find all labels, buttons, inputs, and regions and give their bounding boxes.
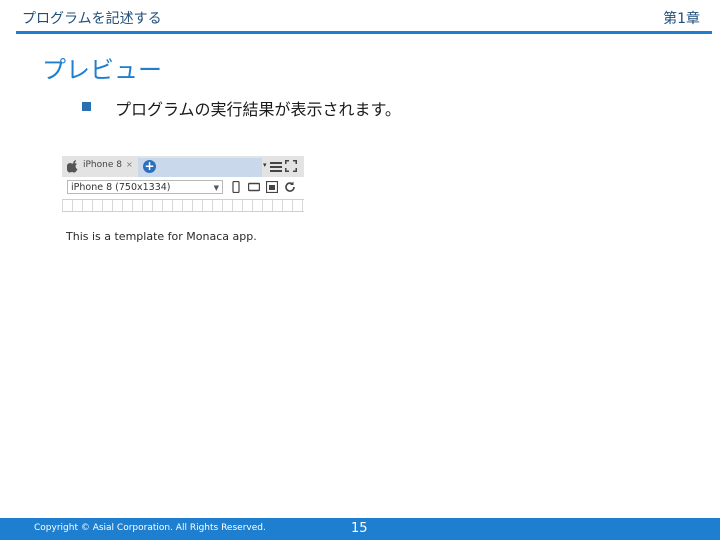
select-caret-icon: ▼ xyxy=(213,184,219,192)
header-section-title: プログラムを記述する xyxy=(22,11,162,27)
screenshot-icon[interactable] xyxy=(266,181,278,193)
bullet-text: プログラムの実行結果が表示されます。 xyxy=(115,100,401,119)
ruler xyxy=(62,199,304,212)
tab-close-icon[interactable]: × xyxy=(126,160,133,169)
bullet-marker xyxy=(82,102,91,111)
tablet-icon[interactable] xyxy=(248,181,260,193)
menu-icon[interactable] xyxy=(270,161,282,172)
device-tab-label[interactable]: iPhone 8 xyxy=(83,160,122,170)
preview-toolbar-bottom: iPhone 8 (750x1334) ▼ xyxy=(62,177,304,197)
footer-bar: Copyright © Asial Corporation. All Right… xyxy=(0,518,720,540)
preview-content-text: This is a template for Monaca app. xyxy=(66,230,257,243)
active-tab-area xyxy=(138,158,262,177)
add-icon[interactable]: + xyxy=(143,160,156,173)
phone-portrait-icon[interactable] xyxy=(230,181,242,193)
chevron-down-icon[interactable]: ▾ xyxy=(263,161,267,169)
refresh-icon[interactable] xyxy=(284,181,296,193)
preview-screenshot: iPhone 8 × + ▾ iPhone 8 (750x1334) ▼ xyxy=(62,156,304,212)
expand-icon[interactable] xyxy=(285,160,297,172)
header-chapter: 第1章 xyxy=(663,11,700,27)
header-rule xyxy=(16,31,712,34)
device-select-value: iPhone 8 (750x1334) xyxy=(71,182,171,193)
preview-toolbar-top: iPhone 8 × + ▾ xyxy=(62,156,304,177)
footer-copyright: Copyright © Asial Corporation. All Right… xyxy=(34,523,266,533)
apple-icon xyxy=(67,160,78,173)
device-select[interactable]: iPhone 8 (750x1334) ▼ xyxy=(67,180,223,194)
page-number: 15 xyxy=(351,521,368,536)
slide-title: プレビュー xyxy=(42,56,162,84)
